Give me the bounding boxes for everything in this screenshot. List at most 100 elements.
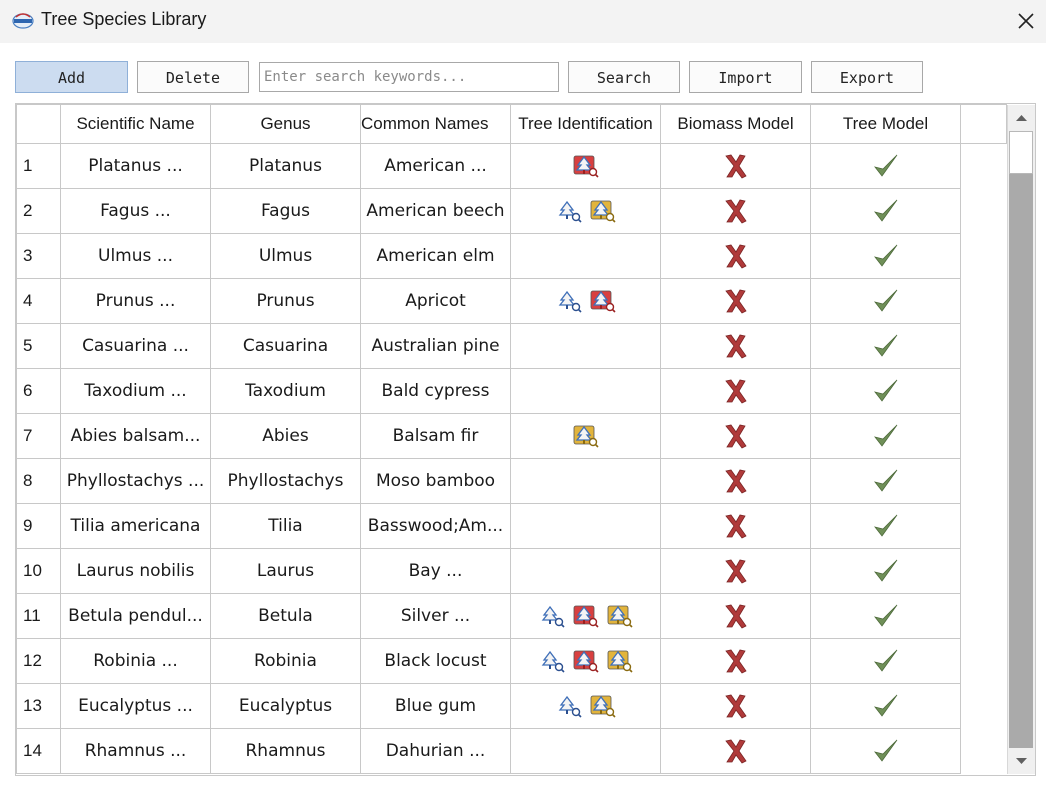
genus-cell[interactable]: Eucalyptus [210, 683, 361, 729]
biomass-model-cell[interactable] [660, 413, 811, 459]
tree-model-cell[interactable] [810, 323, 961, 369]
search-button[interactable]: Search [568, 61, 680, 93]
table-row[interactable]: 10 Laurus nobilis Laurus Bay ... [16, 548, 1007, 594]
tree-model-cell[interactable] [810, 638, 961, 684]
common-names-cell[interactable]: Dahurian ... [360, 728, 511, 774]
table-row[interactable]: 4 Prunus ... Prunus Apricot [16, 278, 1007, 324]
tree-model-cell[interactable] [810, 368, 961, 414]
table-row[interactable]: 3 Ulmus ... Ulmus American elm [16, 233, 1007, 279]
biomass-model-cell[interactable] [660, 278, 811, 324]
tree-model-cell[interactable] [810, 458, 961, 504]
genus-cell[interactable]: Laurus [210, 548, 361, 594]
row-number-cell[interactable]: 8 [16, 458, 61, 504]
biomass-model-cell[interactable] [660, 368, 811, 414]
tree-identification-cell[interactable] [510, 503, 661, 549]
table-row[interactable]: 5 Casuarina ... Casuarina Australian pine [16, 323, 1007, 369]
row-number-cell[interactable]: 9 [16, 503, 61, 549]
tree-model-cell[interactable] [810, 683, 961, 729]
row-number-cell[interactable]: 5 [16, 323, 61, 369]
tree-model-cell[interactable] [810, 278, 961, 324]
biomass-model-cell[interactable] [660, 683, 811, 729]
scientific-name-cell[interactable]: Ulmus ... [60, 233, 211, 279]
common-names-cell[interactable]: Black locust [360, 638, 511, 684]
biomass-model-cell[interactable] [660, 548, 811, 594]
common-names-cell[interactable]: American ... [360, 143, 511, 189]
tree-identification-cell[interactable] [510, 233, 661, 279]
tree-identification-cell[interactable] [510, 593, 661, 639]
vertical-scrollbar[interactable] [1007, 105, 1035, 774]
genus-cell[interactable]: Ulmus [210, 233, 361, 279]
tree-identification-cell[interactable] [510, 278, 661, 324]
table-row[interactable]: 9 Tilia americana Tilia Basswood;Am... [16, 503, 1007, 549]
common-names-cell[interactable]: American elm [360, 233, 511, 279]
row-number-cell[interactable]: 2 [16, 188, 61, 234]
common-names-cell[interactable]: Blue gum [360, 683, 511, 729]
common-names-cell[interactable]: American beech [360, 188, 511, 234]
table-row[interactable]: 7 Abies balsam... Abies Balsam fir [16, 413, 1007, 459]
genus-cell[interactable]: Phyllostachys [210, 458, 361, 504]
scroll-up-icon[interactable] [1008, 105, 1035, 131]
genus-cell[interactable]: Betula [210, 593, 361, 639]
tree-model-cell[interactable] [810, 413, 961, 459]
delete-button[interactable]: Delete [137, 61, 249, 93]
scientific-name-cell[interactable]: Laurus nobilis [60, 548, 211, 594]
row-number-cell[interactable]: 3 [16, 233, 61, 279]
header-biomass-model[interactable]: Biomass Model [660, 104, 811, 144]
genus-cell[interactable]: Prunus [210, 278, 361, 324]
tree-identification-cell[interactable] [510, 413, 661, 459]
biomass-model-cell[interactable] [660, 143, 811, 189]
scientific-name-cell[interactable]: Fagus ... [60, 188, 211, 234]
tree-model-cell[interactable] [810, 728, 961, 774]
scientific-name-cell[interactable]: Phyllostachys ... [60, 458, 211, 504]
tree-identification-cell[interactable] [510, 728, 661, 774]
tree-identification-cell[interactable] [510, 458, 661, 504]
scientific-name-cell[interactable]: Eucalyptus ... [60, 683, 211, 729]
row-number-cell[interactable]: 4 [16, 278, 61, 324]
genus-cell[interactable]: Robinia [210, 638, 361, 684]
row-number-cell[interactable]: 11 [16, 593, 61, 639]
tree-identification-cell[interactable] [510, 143, 661, 189]
tree-model-cell[interactable] [810, 503, 961, 549]
common-names-cell[interactable]: Moso bamboo [360, 458, 511, 504]
biomass-model-cell[interactable] [660, 728, 811, 774]
row-number-cell[interactable]: 10 [16, 548, 61, 594]
header-row-number[interactable] [16, 104, 61, 144]
tree-identification-cell[interactable] [510, 548, 661, 594]
scientific-name-cell[interactable]: Casuarina ... [60, 323, 211, 369]
common-names-cell[interactable]: Silver ... [360, 593, 511, 639]
table-row[interactable]: 14 Rhamnus ... Rhamnus Dahurian ... [16, 728, 1007, 774]
genus-cell[interactable]: Casuarina [210, 323, 361, 369]
scientific-name-cell[interactable]: Betula pendul... [60, 593, 211, 639]
biomass-model-cell[interactable] [660, 233, 811, 279]
genus-cell[interactable]: Rhamnus [210, 728, 361, 774]
header-scientific-name[interactable]: Scientific Name [60, 104, 211, 144]
table-row[interactable]: 12 Robinia ... Robinia Black locust [16, 638, 1007, 684]
biomass-model-cell[interactable] [660, 323, 811, 369]
tree-identification-cell[interactable] [510, 188, 661, 234]
table-row[interactable]: 6 Taxodium ... Taxodium Bald cypress [16, 368, 1007, 414]
biomass-model-cell[interactable] [660, 638, 811, 684]
common-names-cell[interactable]: Australian pine [360, 323, 511, 369]
tree-identification-cell[interactable] [510, 638, 661, 684]
row-number-cell[interactable]: 13 [16, 683, 61, 729]
close-icon[interactable] [1012, 7, 1040, 35]
header-tree-model[interactable]: Tree Model [810, 104, 961, 144]
common-names-cell[interactable]: Bald cypress [360, 368, 511, 414]
row-number-cell[interactable]: 14 [16, 728, 61, 774]
scroll-track[interactable] [1009, 131, 1033, 748]
table-row[interactable]: 8 Phyllostachys ... Phyllostachys Moso bamb… [16, 458, 1007, 504]
tree-model-cell[interactable] [810, 233, 961, 279]
add-button[interactable]: Add [15, 61, 128, 93]
scientific-name-cell[interactable]: Tilia americana [60, 503, 211, 549]
header-tree-identification[interactable]: Tree Identification [510, 104, 661, 144]
tree-identification-cell[interactable] [510, 368, 661, 414]
export-button[interactable]: Export [811, 61, 923, 93]
scientific-name-cell[interactable]: Robinia ... [60, 638, 211, 684]
scroll-thumb[interactable] [1009, 131, 1033, 174]
genus-cell[interactable]: Taxodium [210, 368, 361, 414]
common-names-cell[interactable]: Basswood;Am... [360, 503, 511, 549]
table-row[interactable]: 1 Platanus ... Platanus American ... [16, 143, 1007, 189]
genus-cell[interactable]: Abies [210, 413, 361, 459]
genus-cell[interactable]: Tilia [210, 503, 361, 549]
scientific-name-cell[interactable]: Rhamnus ... [60, 728, 211, 774]
